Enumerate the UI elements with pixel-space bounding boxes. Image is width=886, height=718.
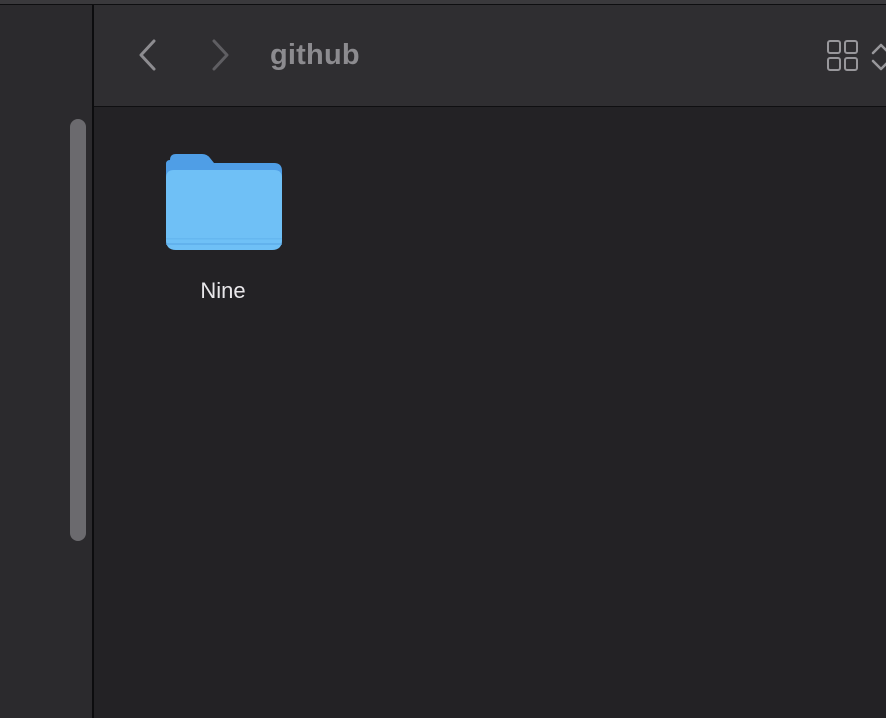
folder-name: Nine [200,278,246,303]
view-mode-menu[interactable] [870,41,886,75]
sidebar-scrollbar[interactable] [70,115,86,545]
back-button[interactable] [134,35,162,75]
finder-window: github Nine [0,0,886,718]
view-mode-button[interactable] [826,39,860,73]
forward-button[interactable] [206,35,234,75]
window-title: github [270,39,360,71]
sidebar-scroll-thumb[interactable] [70,119,86,541]
chevron-up-down-icon [871,43,886,71]
folder-icon [166,154,282,250]
toolbar: github [94,5,886,107]
file-browser-content: Nine [94,108,886,718]
chevron-right-icon [212,39,229,71]
sidebar [0,5,93,718]
folder-item[interactable]: Nine [154,146,292,316]
grid-view-icon [827,40,858,71]
chevron-left-icon [139,39,156,71]
